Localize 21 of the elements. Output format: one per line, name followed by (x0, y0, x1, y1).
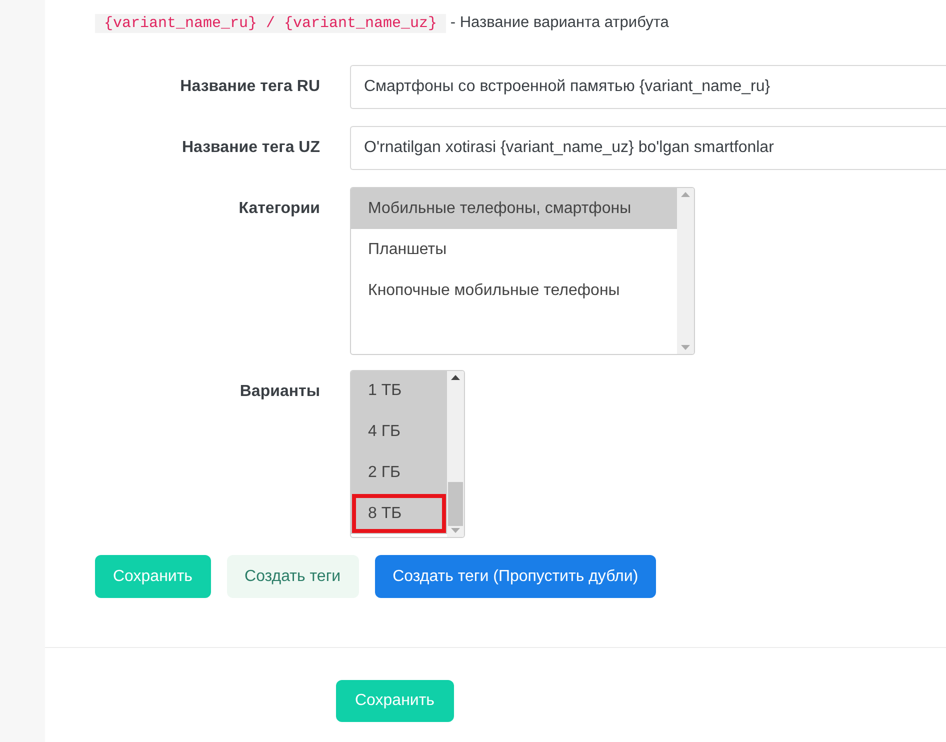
scroll-up-icon[interactable] (451, 375, 460, 380)
list-option[interactable]: 8 ТБ (351, 493, 447, 534)
list-option[interactable]: Мобильные телефоны, смартфоны (351, 188, 677, 229)
field-label: Название тега RU (179, 77, 320, 97)
text-field[interactable]: Смартфоны со встроенной памятью {variant_name_ru} (350, 65, 946, 109)
list-option[interactable]: 1 ТБ (351, 371, 447, 411)
field-label: Название тега UZ (180, 138, 320, 158)
text-field[interactable]: O'rnatilgan xotirasi {variant_name_uz} bo'lgan smartfonlar (350, 126, 946, 170)
list-option[interactable]: Кнопочные мобильные телефоны (351, 270, 677, 311)
field-label: Категории (238, 199, 320, 219)
placeholder-code: {variant_name_ru} / {variant_name_uz} (95, 14, 446, 33)
list-option[interactable]: Планшеты (351, 229, 677, 270)
scroll-down-icon[interactable] (451, 528, 460, 533)
scroll-down-icon[interactable] (681, 345, 690, 350)
action-button[interactable]: Создать теги (226, 555, 359, 598)
scrollbar-thumb[interactable] (448, 482, 463, 526)
help-text: - Название варианта атрибута (450, 14, 669, 31)
list-option[interactable]: 4 ГБ (351, 411, 447, 452)
field-label: Варианты (238, 382, 320, 402)
list-option[interactable]: 2 ГБ (351, 452, 447, 493)
action-button[interactable]: Создать теги (Пропустить дубли) (374, 555, 656, 598)
